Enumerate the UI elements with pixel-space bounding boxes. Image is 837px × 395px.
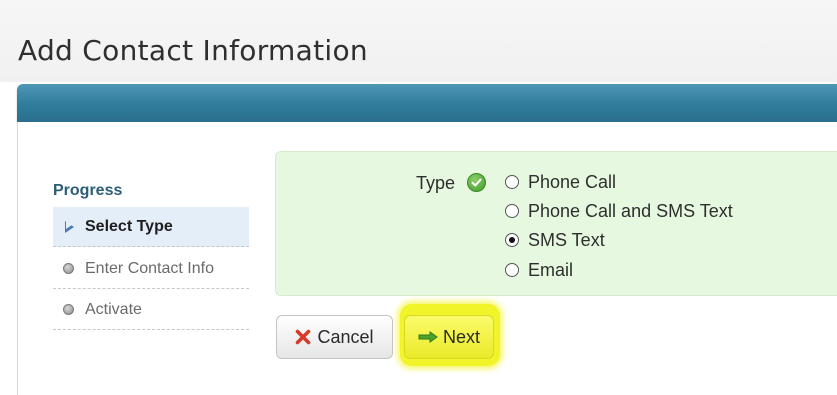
radio-button[interactable]: [505, 263, 519, 277]
arrow-right-icon: [418, 331, 438, 343]
radio-button-selected[interactable]: [505, 233, 519, 247]
page-title: Add Contact Information: [18, 34, 368, 67]
radio-button[interactable]: [505, 175, 519, 189]
type-label: Type: [416, 173, 456, 193]
type-option-label: Email: [528, 259, 574, 280]
progress-step-activate: Activate: [53, 290, 249, 330]
progress-step-label: Select Type: [85, 217, 173, 235]
next-button[interactable]: Next: [404, 315, 494, 359]
type-option-sms-text[interactable]: SMS Text: [505, 228, 605, 252]
next-button-label: Next: [442, 326, 480, 347]
dot-icon: [61, 304, 75, 315]
x-icon: [295, 329, 311, 345]
cancel-button[interactable]: Cancel: [276, 315, 393, 359]
type-option-label: SMS Text: [528, 229, 605, 250]
cancel-button-label: Cancel: [317, 326, 374, 347]
type-option-label: Phone Call and SMS Text: [528, 200, 733, 221]
radio-button[interactable]: [505, 204, 519, 218]
type-option-email[interactable]: Email: [505, 258, 573, 282]
dot-icon: [61, 263, 75, 274]
panel-header-bar: [17, 84, 837, 122]
progress-step-label: Enter Contact Info: [85, 259, 214, 277]
progress-step-label: Activate: [85, 300, 142, 318]
progress-heading: Progress: [53, 182, 123, 199]
type-option-phone-call-and-sms-text[interactable]: Phone Call and SMS Text: [505, 199, 733, 223]
progress-step-enter-contact-info: Enter Contact Info: [53, 249, 249, 289]
triangle-right-icon: [61, 220, 75, 233]
type-option-label: Phone Call: [528, 171, 617, 192]
check-circle-icon: [467, 173, 486, 192]
progress-step-select-type: Select Type: [53, 207, 249, 247]
type-option-phone-call[interactable]: Phone Call: [505, 170, 616, 194]
